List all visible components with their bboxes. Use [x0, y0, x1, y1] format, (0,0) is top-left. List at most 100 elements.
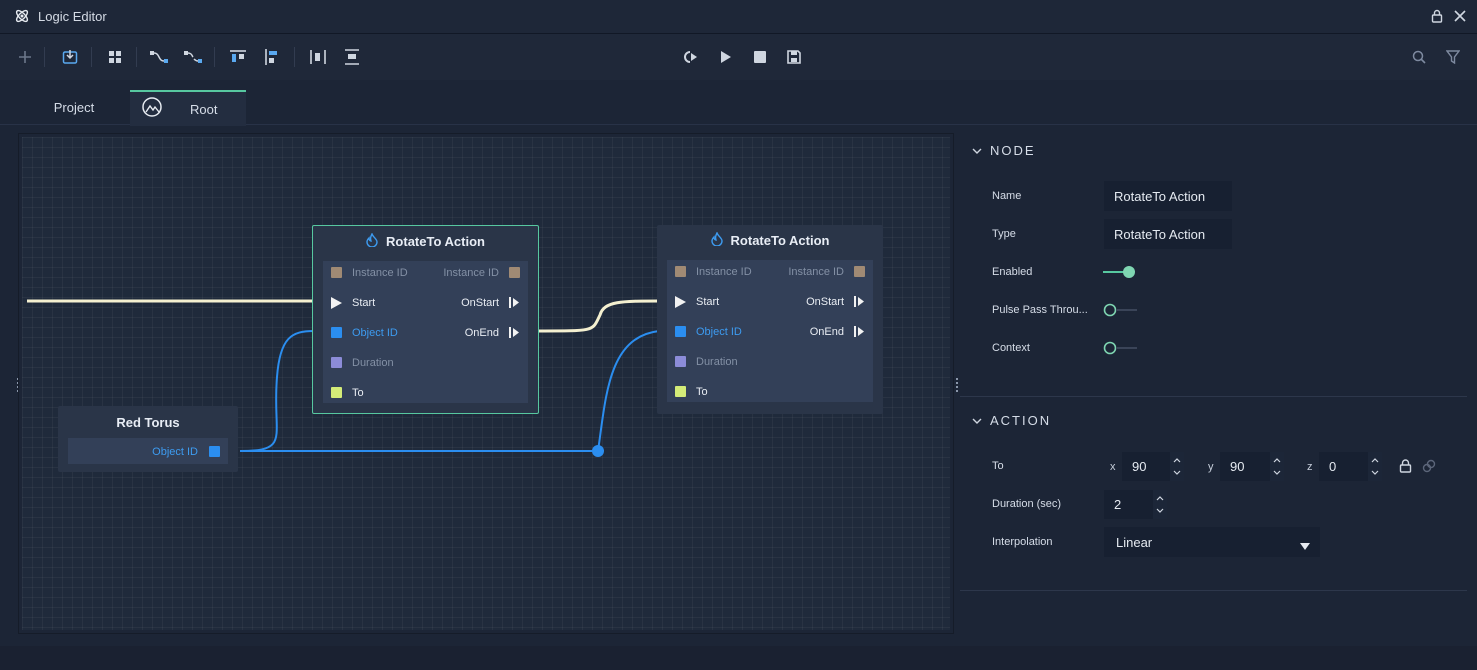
disconnect-icon[interactable] [182, 46, 204, 68]
node-header: RotateTo Action [657, 225, 883, 255]
lock-icon[interactable] [1430, 9, 1444, 28]
rotateto-action-node-2[interactable]: RotateTo Action Instance ID Instance ID … [657, 225, 883, 414]
action-section-header[interactable]: ACTION [972, 413, 1051, 428]
to-input-port[interactable] [331, 387, 342, 398]
instance-id-input-label: Instance ID [352, 267, 408, 279]
add-icon[interactable] [14, 46, 36, 68]
duration-label: Duration [352, 357, 394, 369]
title-bar: Logic Editor [0, 0, 1477, 34]
wire-reroute-point [592, 445, 604, 457]
align-top-icon[interactable] [227, 46, 249, 68]
start-input-port[interactable] [331, 297, 342, 309]
instance-id-input-label: Instance ID [696, 266, 752, 278]
import-icon[interactable] [59, 46, 81, 68]
onstart-output-port[interactable] [854, 296, 865, 307]
panel-splitter-handle[interactable] [956, 378, 958, 394]
y-value-field[interactable]: 90 [1220, 452, 1284, 481]
onend-output-port[interactable] [509, 327, 520, 338]
action-section-title: ACTION [990, 413, 1052, 428]
object-id-row: Object ID OnEnd [323, 318, 528, 348]
to-row: To [667, 377, 873, 407]
rotateto-action-node-1[interactable]: RotateTo Action Instance ID Instance ID … [312, 225, 539, 414]
pulse-pass-through-toggle[interactable] [1103, 303, 1137, 317]
object-id-input-port[interactable] [331, 327, 342, 338]
onstart-output-port[interactable] [509, 297, 520, 308]
window-title: Logic Editor [38, 9, 107, 24]
save-icon[interactable] [783, 46, 805, 68]
caret-down-icon [1300, 538, 1310, 553]
interpolation-select[interactable]: Linear [1104, 527, 1320, 557]
toolbar [0, 34, 1477, 80]
node-header: RotateTo Action [313, 226, 538, 256]
instance-id-output-label: Instance ID [788, 266, 844, 278]
object-wire-1 [239, 330, 315, 452]
graph-canvas[interactable]: Red Torus Object ID RotateTo Action Inst… [22, 137, 950, 630]
onend-output-port[interactable] [854, 326, 865, 337]
object-id-output-port[interactable] [209, 446, 220, 457]
object-id-label: Object ID [352, 327, 398, 339]
duration-input-port[interactable] [331, 357, 342, 368]
start-label: Start [352, 297, 376, 309]
node-body: Instance ID Instance ID Start OnStart Ob… [323, 261, 528, 403]
distribute-h-icon[interactable] [307, 46, 329, 68]
instance-id-input-port[interactable] [331, 267, 342, 278]
duration-input-port[interactable] [675, 356, 686, 367]
tab-root[interactable]: Root [130, 90, 246, 126]
align-left-icon[interactable] [261, 46, 283, 68]
name-value: RotateTo Action [1114, 188, 1206, 204]
lock-icon[interactable] [1399, 459, 1412, 478]
z-spin-buttons[interactable] [1368, 452, 1382, 481]
object-id-label: Object ID [696, 326, 742, 338]
flame-icon [366, 231, 378, 250]
x-axis-label: x [1110, 461, 1116, 473]
context-label: Context [992, 342, 1030, 354]
distribute-v-icon[interactable] [341, 46, 363, 68]
interpolation-value: Linear [1116, 534, 1153, 550]
start-input-port[interactable] [675, 296, 686, 308]
object-id-input-port[interactable] [675, 326, 686, 337]
context-toggle[interactable] [1103, 341, 1137, 355]
search-icon[interactable] [1408, 46, 1430, 68]
to-label: To [992, 460, 1004, 472]
toolbar-divider [91, 47, 92, 67]
tab-bar: Project Root [0, 80, 1477, 126]
connect-icon[interactable] [148, 46, 170, 68]
duration-field[interactable]: 2 [1104, 490, 1167, 519]
onend-label: OnEnd [809, 326, 844, 338]
x-value-field[interactable]: 90 [1122, 452, 1184, 481]
start-row: Start OnStart [667, 287, 873, 317]
z-value-field[interactable]: 0 [1319, 452, 1382, 481]
node-title: Red Torus [116, 414, 180, 430]
stop-icon[interactable] [749, 46, 771, 68]
instance-id-output-port[interactable] [509, 267, 520, 278]
node-body: Instance ID Instance ID Start OnStart Ob… [667, 260, 873, 402]
tab-label: Project [53, 99, 95, 115]
close-icon[interactable] [1453, 9, 1467, 28]
instance-id-input-port[interactable] [675, 266, 686, 277]
instance-id-output-port[interactable] [854, 266, 865, 277]
grid-icon[interactable] [104, 46, 126, 68]
duration-row: Duration [667, 347, 873, 377]
object-id-label: Object ID [152, 446, 198, 458]
pulse-pass-through-label: Pulse Pass Throu... [992, 304, 1088, 316]
tab-project[interactable]: Project [22, 90, 126, 124]
section-divider [960, 396, 1467, 397]
enabled-toggle[interactable] [1103, 265, 1137, 279]
type-field: RotateTo Action [1104, 219, 1232, 249]
y-spin-buttons[interactable] [1270, 452, 1284, 481]
red-torus-node[interactable]: Red Torus Object ID [58, 406, 238, 472]
duration-spin-buttons[interactable] [1153, 490, 1167, 519]
rewind-icon[interactable] [680, 46, 702, 68]
y-axis-label: y [1208, 461, 1214, 473]
name-field[interactable]: RotateTo Action [1104, 181, 1232, 211]
to-input-port[interactable] [675, 386, 686, 397]
node-section-header[interactable]: NODE [972, 143, 1036, 158]
duration-value: 2 [1114, 497, 1122, 512]
link-icon[interactable] [1422, 459, 1436, 478]
chevron-down-icon [972, 143, 982, 158]
play-icon[interactable] [715, 46, 737, 68]
onstart-label: OnStart [806, 296, 844, 308]
x-spin-buttons[interactable] [1170, 452, 1184, 481]
filter-icon[interactable] [1442, 46, 1464, 68]
start-label: Start [696, 296, 720, 308]
